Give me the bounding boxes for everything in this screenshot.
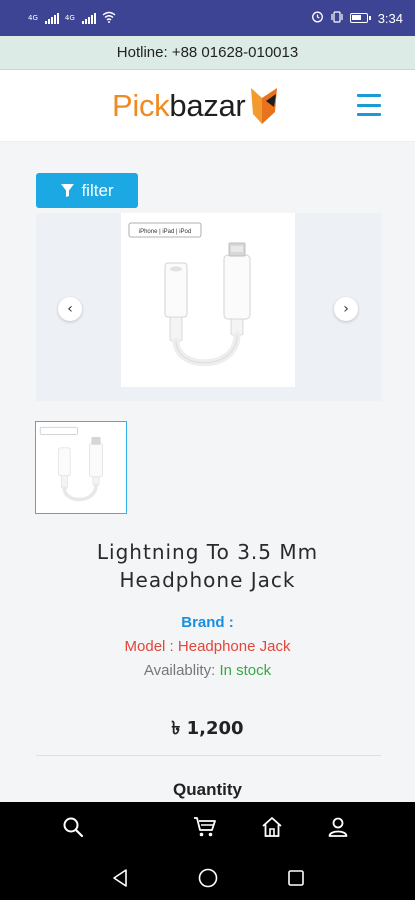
search-icon[interactable]	[60, 814, 86, 840]
product-title: Lightning To 3.5 Mm Headphone Jack	[96, 540, 319, 592]
signal-icon	[81, 12, 96, 24]
signal-icon	[44, 12, 59, 24]
user-icon[interactable]	[325, 814, 351, 840]
prev-image-button[interactable]: ‹	[58, 297, 82, 321]
alarm-icon	[311, 10, 324, 26]
fox-logo-icon	[251, 88, 278, 124]
status-bar: 4G 4G 3:34	[0, 0, 415, 36]
box-label-text: iPhone | iPad | iPod	[139, 229, 192, 235]
availability-line: Availablity: In stock	[0, 662, 415, 679]
model-line: Model : Headphone Jack	[124, 638, 291, 655]
hotline-banner: Hotline: +88 01628-010013	[0, 36, 415, 70]
bottom-navigation	[0, 802, 415, 852]
status-time: 3:34	[377, 10, 403, 26]
brand-label: Brand :	[181, 614, 234, 631]
availability-label: Availablity:	[143, 662, 216, 679]
cart-icon[interactable]	[192, 814, 218, 840]
quantity-label: Quantity	[173, 780, 242, 799]
pickbazar-logo[interactable]: Pick bazar	[112, 84, 279, 128]
sim2-label: 4G	[64, 14, 75, 22]
filter-label: filter	[81, 180, 114, 200]
wifi-icon	[102, 11, 116, 26]
battery-icon	[349, 13, 371, 23]
next-image-button[interactable]: ›	[334, 297, 358, 321]
home-icon[interactable]	[259, 814, 285, 840]
system-navigation-bar	[0, 852, 415, 900]
product-price: ৳ 1,200	[171, 718, 244, 739]
product-thumbnail[interactable]	[35, 421, 127, 514]
recents-icon[interactable]	[284, 866, 308, 890]
thumbnail-image	[39, 426, 103, 502]
funnel-icon	[61, 184, 75, 197]
sim1-label: 4G	[28, 14, 38, 22]
logo-text-bazar: bazar	[169, 88, 246, 123]
logo-text-pick: Pick	[112, 88, 170, 123]
vibrate-icon	[330, 10, 344, 26]
brand-line: Brand :	[0, 614, 415, 631]
hamburger-menu-icon[interactable]	[357, 94, 381, 116]
site-header: Pick bazar	[0, 70, 415, 142]
product-image-slider[interactable]: iPhone | iPad | iPod ‹ ›	[36, 213, 381, 401]
back-icon[interactable]	[108, 866, 132, 890]
product-main-image: iPhone | iPad | iPod	[121, 213, 295, 387]
status-left: 4G 4G	[28, 11, 116, 26]
status-right: 3:34	[311, 10, 403, 26]
home-circle-icon[interactable]	[196, 866, 220, 890]
availability-status: In stock	[219, 662, 272, 679]
filter-button[interactable]: filter	[36, 173, 138, 208]
divider	[36, 755, 381, 756]
